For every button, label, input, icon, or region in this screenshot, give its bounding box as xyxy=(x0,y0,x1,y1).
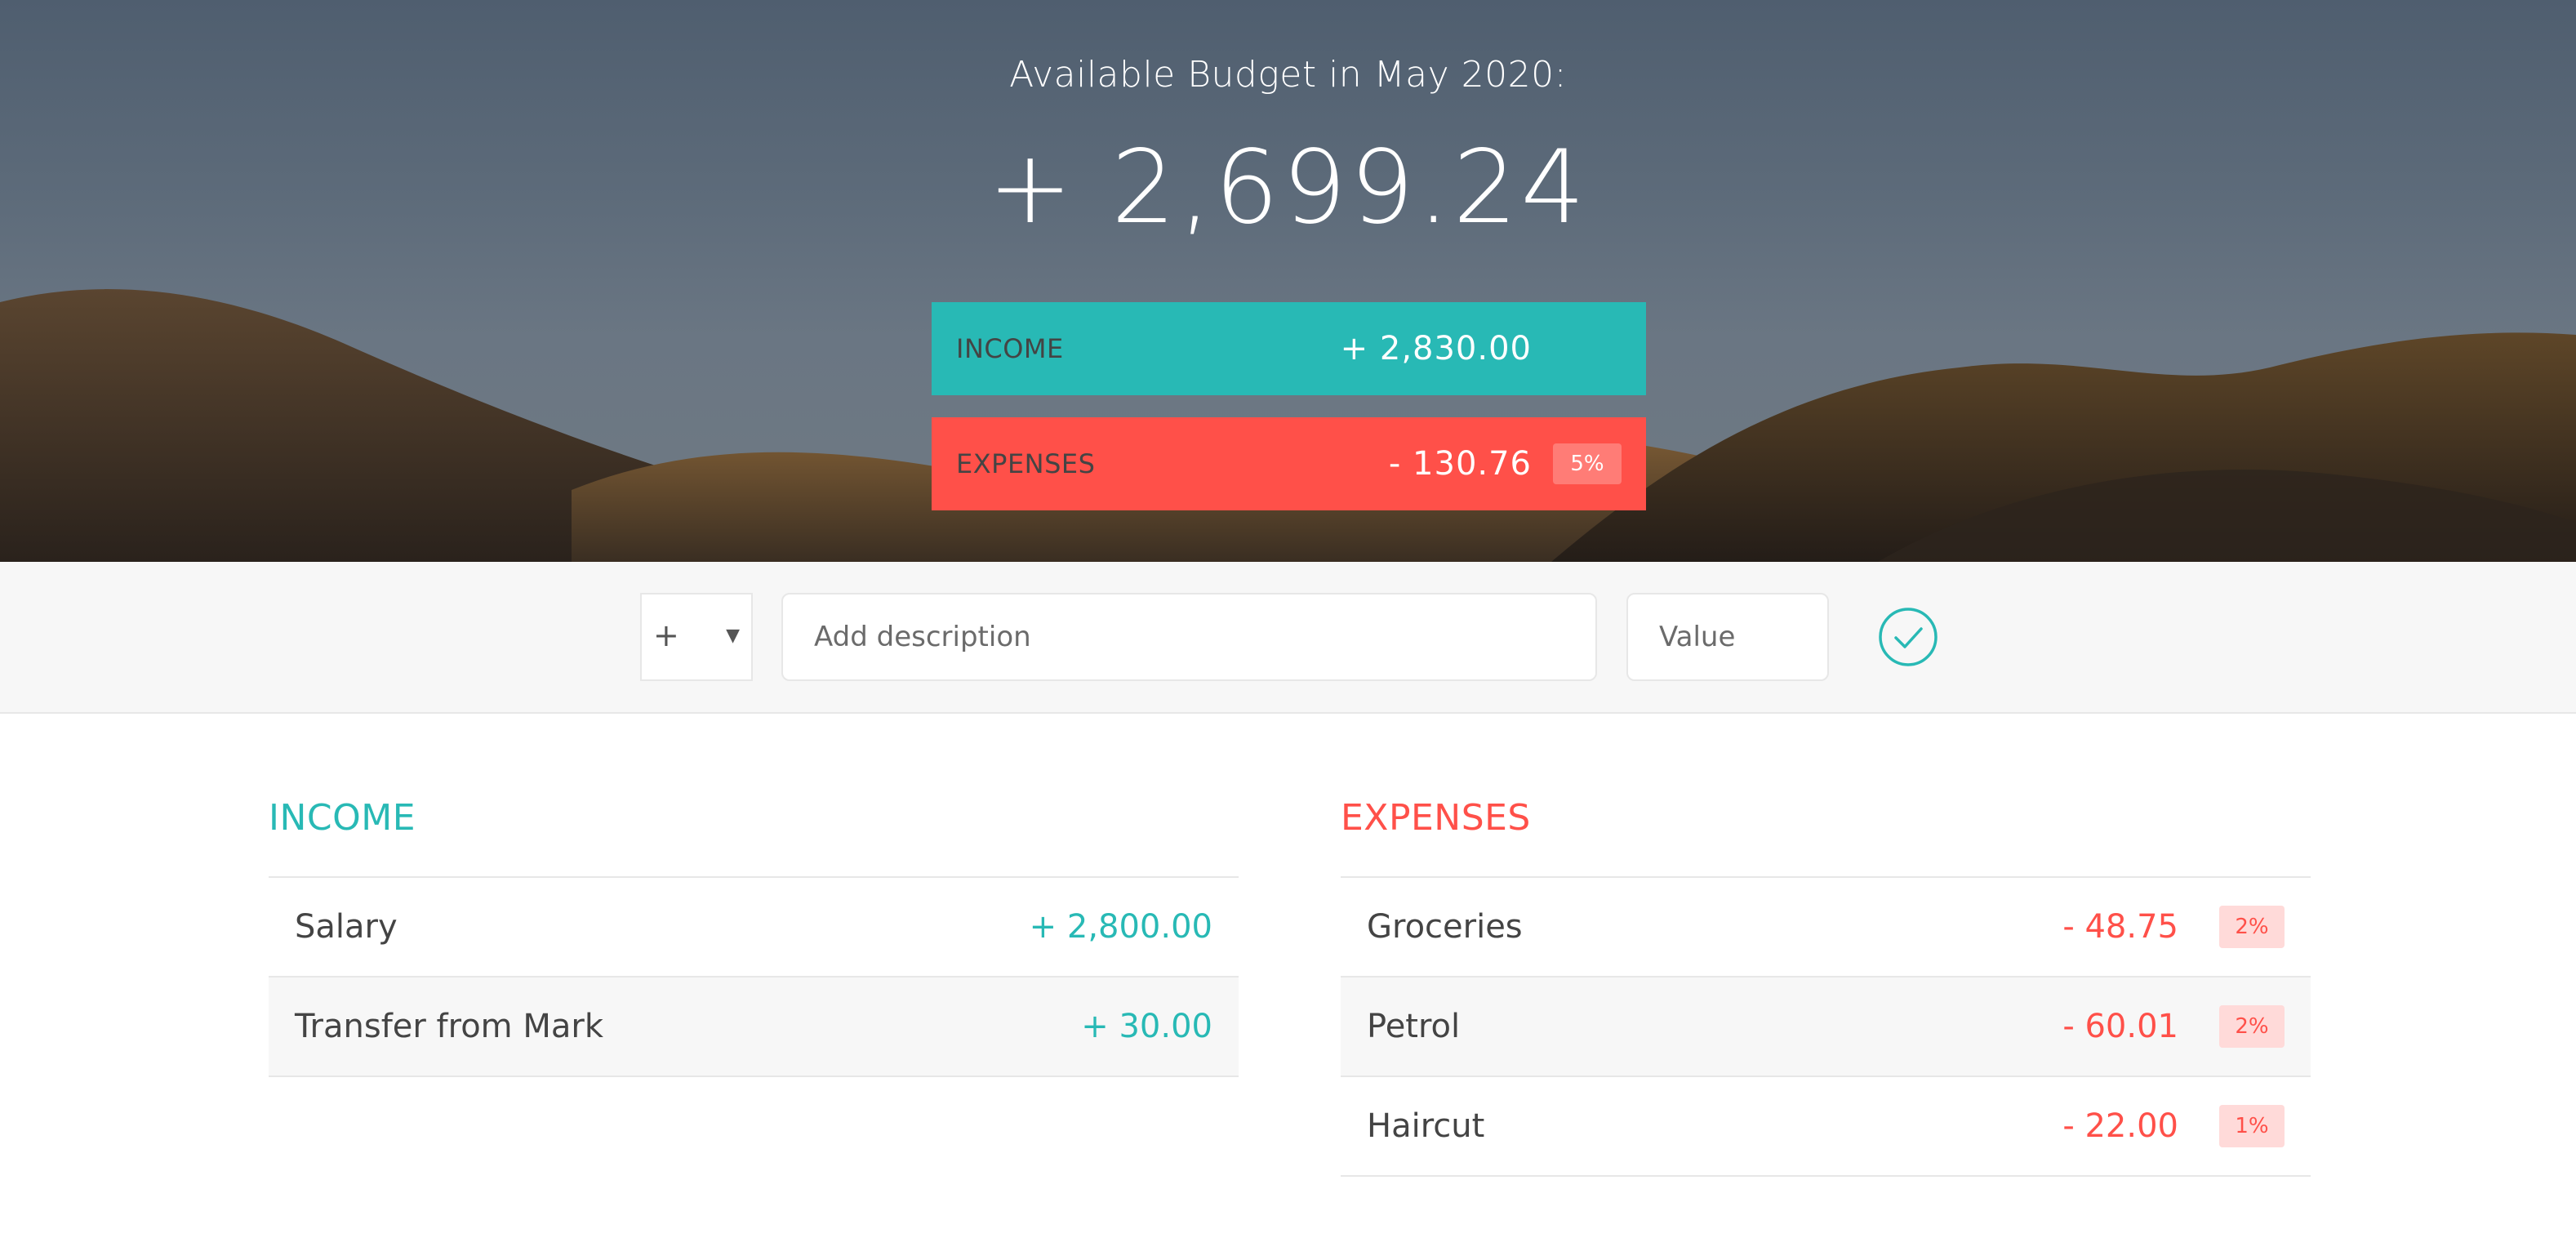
item-value: + 2,800.00 xyxy=(1029,908,1212,946)
expense-item-haircut[interactable]: Haircut - 22.00 1% xyxy=(1341,1077,2311,1177)
type-select-value: + xyxy=(653,617,679,653)
value-input[interactable] xyxy=(1626,593,1829,681)
type-select[interactable]: + ▼ xyxy=(640,593,753,681)
income-item-salary[interactable]: Salary + 2,800.00 xyxy=(269,878,1239,978)
income-list: Salary + 2,800.00 Transfer from Mark + 3… xyxy=(269,876,1239,1077)
item-description: Petrol xyxy=(1367,1008,1461,1045)
submit-button[interactable] xyxy=(1878,607,1938,667)
item-value: - 60.01 xyxy=(2062,1008,2178,1045)
checkmark-circle-icon xyxy=(1879,608,1938,666)
item-description: Groceries xyxy=(1367,908,1523,946)
budget-expenses-value: - 130.76 xyxy=(1388,445,1532,483)
caret-down-icon: ▼ xyxy=(726,626,740,646)
item-percentage-badge: 1% xyxy=(2219,1105,2285,1147)
item-value: + 30.00 xyxy=(1081,1008,1212,1045)
item-description: Salary xyxy=(295,908,398,946)
item-percentage-badge: 2% xyxy=(2219,906,2285,948)
item-value: - 48.75 xyxy=(2062,908,2178,946)
description-input[interactable] xyxy=(781,593,1597,681)
income-title: INCOME xyxy=(269,797,416,839)
add-item-bar: + ▼ xyxy=(0,562,2576,714)
expense-item-petrol[interactable]: Petrol - 60.01 2% xyxy=(1341,978,2311,1077)
budget-income-label: INCOME xyxy=(956,333,1064,364)
item-percentage-badge: 2% xyxy=(2219,1005,2285,1048)
item-value: - 22.00 xyxy=(2062,1107,2178,1145)
budget-expenses-label: EXPENSES xyxy=(956,448,1096,479)
budget-expenses-summary: EXPENSES - 130.76 5% xyxy=(932,417,1646,510)
budget-header: Available Budget in May 2020: + 2,699.24… xyxy=(0,0,2576,562)
expense-item-groceries[interactable]: Groceries - 48.75 2% xyxy=(1341,878,2311,978)
expenses-list: Groceries - 48.75 2% Petrol - 60.01 2% H… xyxy=(1341,876,2311,1177)
budget-income-summary: INCOME + 2,830.00 xyxy=(932,302,1646,395)
budget-income-value: + 2,830.00 xyxy=(1340,330,1532,367)
item-description: Haircut xyxy=(1367,1107,1485,1145)
expenses-title: EXPENSES xyxy=(1341,797,1531,839)
budget-expenses-percentage-badge: 5% xyxy=(1553,443,1622,484)
item-description: Transfer from Mark xyxy=(295,1008,603,1045)
income-item-transfer[interactable]: Transfer from Mark + 30.00 xyxy=(269,978,1239,1077)
budget-available-value: + 2,699.24 xyxy=(987,129,1589,247)
budget-title: Available Budget in May 2020: xyxy=(1009,54,1567,96)
